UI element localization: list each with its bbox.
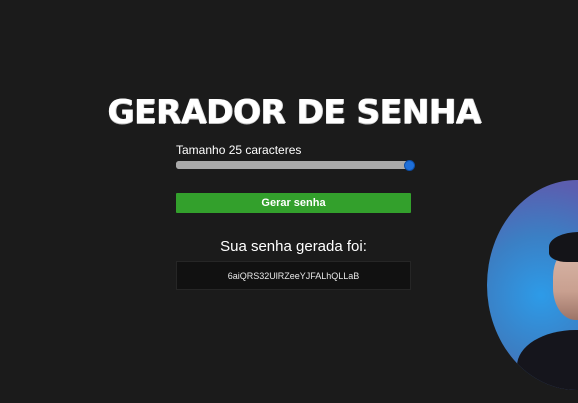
password-generator-page: GERADOR DE SENHA Tamanho 25 caracteres G… (0, 0, 578, 403)
generate-password-button[interactable]: Gerar senha (176, 193, 411, 213)
webcam-hair (549, 232, 578, 262)
result-label: Sua senha gerada foi: (220, 238, 367, 255)
password-text: 6aiQRS32UlRZeeYJFALhQLLaB (227, 270, 360, 281)
length-slider[interactable] (176, 160, 415, 171)
length-slider-fill (176, 161, 409, 169)
webcam-shirt (517, 330, 578, 390)
webcam-overlay (487, 180, 578, 390)
page-title: GERADOR DE SENHA (107, 92, 481, 131)
length-slider-thumb[interactable] (404, 160, 415, 171)
password-output[interactable]: 6aiQRS32UlRZeeYJFALhQLLaB (176, 261, 411, 290)
length-label: Tamanho 25 caracteres (176, 143, 302, 157)
